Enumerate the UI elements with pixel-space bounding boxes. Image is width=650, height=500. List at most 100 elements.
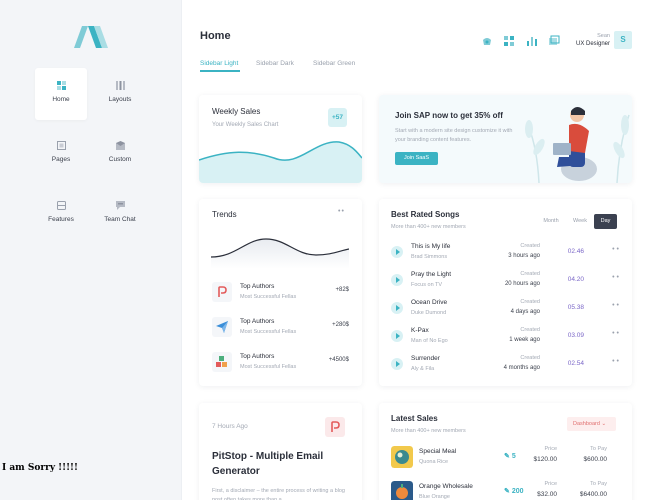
layers-icon[interactable] xyxy=(548,35,560,47)
play-icon[interactable] xyxy=(391,274,403,286)
sidebar-item-team-chat[interactable]: Team Chat xyxy=(94,188,146,238)
sidebar-item-custom[interactable]: Custom xyxy=(94,128,146,178)
article-card: 7 Hours Ago PitStop - Multiple Email Gen… xyxy=(199,403,362,500)
period-week[interactable]: Week xyxy=(567,214,593,229)
sidebar-item-label: Home xyxy=(52,96,70,103)
play-icon[interactable] xyxy=(391,358,403,370)
sidebar-item-label: Features xyxy=(48,216,74,223)
list-item[interactable]: Top Authors Most Successful Fellas +280$ xyxy=(212,315,349,339)
row-menu-icon[interactable]: • • xyxy=(612,246,619,253)
avatar[interactable]: S xyxy=(614,31,632,49)
chart-icon[interactable] xyxy=(526,35,538,47)
song-artist: Brad Simmons xyxy=(411,254,448,260)
price-label: Price xyxy=(544,446,557,452)
author-sub: Most Successful Fellas xyxy=(240,294,297,300)
trends-card: Trends •• Top Authors Most Successful Fe… xyxy=(199,199,362,386)
created-value: 4 months ago xyxy=(503,365,540,371)
created-value: 1 week ago xyxy=(509,337,540,343)
article-title[interactable]: PitStop - Multiple Email Generator xyxy=(212,449,352,479)
row-menu-icon[interactable]: • • xyxy=(612,302,619,309)
promo-text: Start with a modern site design customiz… xyxy=(395,128,513,143)
brand-p-icon xyxy=(331,421,340,432)
song-artist: Focus on TV xyxy=(411,282,443,288)
product-qty: ✎ 200 xyxy=(504,487,524,495)
created-value: 20 hours ago xyxy=(504,281,540,287)
play-icon[interactable] xyxy=(391,246,403,258)
song-artist: Duke Dumond xyxy=(411,310,447,316)
tab-sidebar-green[interactable]: Sidebar Green xyxy=(313,60,355,67)
price-label: Price xyxy=(544,481,557,487)
product-name: Orange Wholesale xyxy=(419,483,473,490)
tab-sidebar-dark[interactable]: Sidebar Dark xyxy=(256,60,294,67)
article-time: 7 Hours Ago xyxy=(212,423,248,430)
topay-label: To Pay xyxy=(590,446,607,452)
list-item[interactable]: Top Authors Most Successful Fellas +82$ xyxy=(212,280,349,304)
row-menu-icon[interactable]: • • xyxy=(612,274,619,281)
product-brand: Blue Orange xyxy=(419,494,450,500)
price-value: $32.00 xyxy=(537,491,557,498)
song-name: Surrender xyxy=(411,355,440,362)
list-item[interactable]: Top Authors Most Successful Fellas +4500… xyxy=(212,350,349,374)
period-day[interactable]: Day xyxy=(594,214,617,229)
song-duration: 02.54 xyxy=(567,360,584,367)
trends-menu-icon[interactable]: •• xyxy=(338,208,345,215)
sidebar-item-features[interactable]: Features xyxy=(35,188,87,238)
chat-icon xyxy=(115,201,125,210)
sidebar-item-pages[interactable]: Pages xyxy=(35,128,87,178)
sidebar-item-home[interactable]: Home xyxy=(35,68,87,120)
promo-illustration xyxy=(525,107,630,183)
created-value: 3 hours ago xyxy=(508,253,540,259)
song-name: K-Pax xyxy=(411,327,429,334)
qty-value: 5 xyxy=(511,453,516,460)
user-role: UX Designer xyxy=(575,41,610,47)
trends-curve xyxy=(211,238,349,269)
app-logo xyxy=(74,26,108,48)
table-row[interactable]: K-Pax Man of No Ego Created 1 week ago 0… xyxy=(391,325,619,349)
grid-icon[interactable] xyxy=(503,35,515,47)
edit-icon[interactable]: ✎ xyxy=(504,488,510,495)
play-icon[interactable] xyxy=(391,330,403,342)
promo-title: Join SAP now to get 35% off xyxy=(395,111,503,120)
table-row[interactable]: Pray the Light Focus on TV Created 20 ho… xyxy=(391,269,619,293)
created-value: 4 days ago xyxy=(510,309,540,315)
join-button[interactable]: Join SaaS xyxy=(395,152,438,165)
features-icon xyxy=(56,201,66,210)
author-name: Top Authors xyxy=(240,353,275,360)
dashboard-dropdown-label: Dashboard xyxy=(573,421,600,427)
song-artist: Man of No Ego xyxy=(411,338,448,344)
row-menu-icon[interactable]: • • xyxy=(612,358,619,365)
table-row[interactable]: Ocean Drive Duke Dumond Created 4 days a… xyxy=(391,297,619,321)
created-label: Created xyxy=(520,355,540,361)
sales-subtitle: More than 400+ new members xyxy=(391,428,466,434)
table-row[interactable]: Surrender Aly & Fila Created 4 months ag… xyxy=(391,353,619,377)
song-artist: Aly & Fila xyxy=(411,366,435,372)
row-menu-icon[interactable]: • • xyxy=(612,330,619,337)
table-row[interactable]: This is My life Brad Simmons Created 3 h… xyxy=(391,241,619,265)
article-icon-bg xyxy=(325,417,345,437)
weekly-sales-title: Weekly Sales xyxy=(212,107,261,116)
overlay-caption: I am Sorry !!!!! xyxy=(2,463,78,473)
tab-sidebar-light[interactable]: Sidebar Light xyxy=(200,60,238,67)
song-duration: 05.38 xyxy=(567,304,584,311)
play-icon[interactable] xyxy=(391,302,403,314)
author-sub: Most Successful Fellas xyxy=(240,329,297,335)
author-icon-bg xyxy=(212,317,232,337)
promo-card: Join SAP now to get 35% off Start with a… xyxy=(379,95,632,183)
table-row[interactable]: Orange Wholesale Blue Orange ✎ 200 Price… xyxy=(391,479,619,500)
sidebar-item-label: Custom xyxy=(108,156,132,163)
song-duration: 03.09 xyxy=(567,332,584,339)
table-row[interactable]: Special Meal Quona Rice ✎ 5 Price $120.0… xyxy=(391,444,619,472)
author-value: +82$ xyxy=(335,287,349,293)
support-icon[interactable] xyxy=(481,35,493,47)
edit-icon[interactable]: ✎ xyxy=(504,453,510,460)
created-label: Created xyxy=(520,243,540,249)
author-icon-bg xyxy=(212,352,232,372)
sidebar-item-layouts[interactable]: Layouts xyxy=(94,68,146,118)
sidebar-item-label: Team Chat xyxy=(104,216,136,223)
song-name: Pray the Light xyxy=(411,271,452,278)
period-month[interactable]: Month xyxy=(537,214,565,229)
paper-plane-icon xyxy=(216,321,228,333)
product-qty: ✎ 5 xyxy=(504,452,516,460)
dashboard-dropdown[interactable]: Dashboard ⌄ xyxy=(567,417,616,431)
article-text: First, a disclaimer – the entire process… xyxy=(212,488,345,500)
